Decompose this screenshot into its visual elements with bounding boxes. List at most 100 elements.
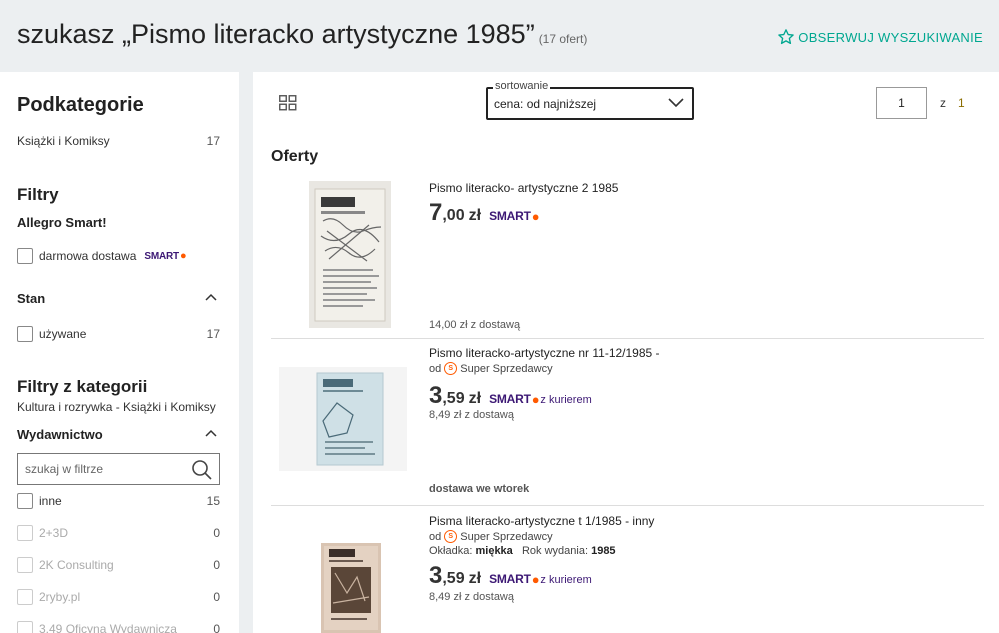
- param-cover-label: Okładka:: [429, 545, 473, 557]
- publisher-checkbox[interactable]: [17, 557, 33, 573]
- offer-thumbnail[interactable]: [309, 181, 391, 328]
- offer-price: 3,59 zł SMART ● z kurierem: [429, 382, 592, 410]
- smart-drop-icon: ●: [179, 250, 187, 262]
- free-delivery-checkbox[interactable]: [17, 248, 33, 264]
- condition-used-checkbox[interactable]: [17, 326, 33, 342]
- offer-title[interactable]: Pisma literacko-artystyczne t 1/1985 - i…: [429, 514, 654, 528]
- publisher-count: 0: [213, 590, 220, 604]
- smart-badge-text: SMART: [489, 209, 531, 223]
- price-integer: 3: [429, 562, 443, 589]
- smart-badge: SMART ●: [144, 250, 186, 262]
- seller-prefix: od: [429, 362, 442, 375]
- offer-seller: od S Super Sprzedawcy: [429, 362, 553, 375]
- chevron-up-icon[interactable]: [205, 293, 217, 301]
- follow-search-button[interactable]: OBSERWUJ WYSZUKIWANIE: [777, 28, 983, 46]
- publisher-label: 2ryby.pl: [39, 590, 81, 604]
- publisher-count: 0: [213, 622, 220, 633]
- publisher-checkbox[interactable]: [17, 525, 33, 541]
- super-seller-icon: S: [444, 362, 458, 375]
- offer-seller: od S Super Sprzedawcy: [429, 530, 553, 543]
- smart-drop-icon: ●: [531, 208, 540, 224]
- courier-label: z kurierem: [540, 394, 592, 406]
- publisher-option[interactable]: 2K Consulting 0: [17, 555, 220, 575]
- chevron-down-icon: [668, 98, 684, 108]
- publisher-filter-input[interactable]: [25, 462, 185, 476]
- offer-item[interactable]: Pisma literacko-artystyczne t 1/1985 - i…: [271, 506, 984, 633]
- page-total: 1: [958, 96, 965, 110]
- publisher-option[interactable]: 2+3D 0: [17, 523, 220, 543]
- subcategory-item[interactable]: Książki i Komiksy 17: [17, 131, 220, 151]
- price-currency: zł: [468, 570, 482, 587]
- publisher-filter-search[interactable]: [17, 453, 220, 485]
- publisher-heading: Wydawnictwo: [17, 427, 103, 442]
- seller-name: Super Sprzedawcy: [460, 362, 553, 375]
- category-filters-heading: Filtry z kategorii: [17, 377, 148, 396]
- offer-price: 3,59 zł SMART ● z kurierem: [429, 562, 592, 590]
- category-path: Kultura i rozrywka - Książki i Komiksy: [17, 400, 216, 414]
- publisher-label: 3.49 Oficyna Wydawnicza: [39, 622, 177, 633]
- condition-used-label: używane: [39, 327, 87, 341]
- delivery-date: dostawa we wtorek: [429, 483, 530, 495]
- filters-sidebar: Podkategorie Książki i Komiksy 17 Filtry…: [0, 72, 239, 633]
- filters-heading: Filtry: [17, 185, 59, 204]
- price-currency: zł: [468, 390, 482, 407]
- grid-view-icon[interactable]: [279, 95, 297, 111]
- smart-badge: SMART ●: [489, 208, 540, 224]
- search-query-title: szukasz „Pismo literacko artystyczne 198…: [17, 19, 535, 49]
- smart-badge: SMART ●: [489, 571, 540, 587]
- publisher-checkbox[interactable]: [17, 493, 33, 509]
- page-header: szukasz „Pismo literacko artystyczne 198…: [0, 0, 999, 72]
- star-icon: [778, 29, 795, 45]
- price-integer: 7: [429, 199, 443, 226]
- offer-item[interactable]: Pismo literacko- artystyczne 2 1985 7,00…: [271, 176, 984, 339]
- offer-shipping: 8,49 zł z dostawą: [429, 591, 514, 603]
- price-decimal: ,59: [442, 390, 465, 407]
- condition-heading: Stan: [17, 291, 46, 306]
- publisher-count: 15: [206, 494, 220, 508]
- offer-thumbnail[interactable]: [321, 543, 381, 633]
- param-cover-value: miękka: [475, 545, 513, 557]
- allegro-smart-heading: Allegro Smart!: [17, 215, 107, 230]
- search-icon[interactable]: [191, 459, 213, 481]
- publisher-checkbox[interactable]: [17, 589, 33, 605]
- price-decimal: ,59: [442, 570, 465, 587]
- super-seller-icon: S: [444, 530, 458, 543]
- free-delivery-label: darmowa dostawa: [39, 249, 137, 263]
- offer-title[interactable]: Pismo literacko- artystyczne 2 1985: [429, 181, 618, 195]
- param-year-value: 1985: [591, 545, 616, 557]
- subcategory-count: 17: [206, 134, 220, 148]
- publisher-label: 2K Consulting: [39, 558, 114, 572]
- price-integer: 3: [429, 382, 443, 409]
- publisher-option[interactable]: 2ryby.pl 0: [17, 587, 220, 607]
- seller-name: Super Sprzedawcy: [460, 530, 553, 543]
- chevron-up-icon[interactable]: [205, 429, 217, 437]
- publisher-option[interactable]: inne 15: [17, 491, 220, 511]
- publisher-checkbox[interactable]: [17, 621, 33, 633]
- smart-badge-text: SMART: [489, 572, 531, 586]
- smart-badge-text: SMART: [489, 392, 531, 406]
- sort-select[interactable]: sortowanie cena: od najniższej: [486, 80, 694, 120]
- condition-used-filter[interactable]: używane 17: [17, 324, 220, 344]
- smart-drop-icon: ●: [531, 391, 540, 407]
- publisher-option[interactable]: 3.49 Oficyna Wydawnicza 0: [17, 619, 220, 633]
- free-delivery-filter[interactable]: darmowa dostawa SMART ●: [17, 246, 220, 266]
- publisher-label: 2+3D: [39, 526, 69, 540]
- follow-search-label: OBSERWUJ WYSZUKIWANIE: [798, 29, 983, 45]
- publisher-count: 0: [213, 558, 220, 572]
- courier-label: z kurierem: [540, 574, 592, 586]
- offer-shipping: 8,49 zł z dostawą: [429, 409, 514, 421]
- offers-count: (17 ofert): [538, 32, 588, 46]
- param-year-label: Rok wydania:: [521, 545, 589, 557]
- subcategories-heading: Podkategorie: [17, 94, 144, 116]
- offer-title[interactable]: Pismo literacko-artystyczne nr 11-12/198…: [429, 346, 660, 360]
- offer-params: Okładka: miękka Rok wydania: 1985: [429, 545, 616, 557]
- publisher-label: inne: [39, 494, 62, 508]
- smart-badge: SMART ●: [489, 391, 540, 407]
- smart-badge-text: SMART: [144, 250, 179, 262]
- smart-drop-icon: ●: [531, 571, 540, 587]
- offer-item[interactable]: Pismo literacko-artystyczne nr 11-12/198…: [271, 339, 984, 506]
- offer-price: 7,00 zł SMART ●: [429, 199, 540, 227]
- results-panel: sortowanie cena: od najniższej z 1 Ofert…: [253, 72, 999, 633]
- page-number-input[interactable]: [876, 87, 927, 119]
- offer-thumbnail[interactable]: [279, 367, 407, 471]
